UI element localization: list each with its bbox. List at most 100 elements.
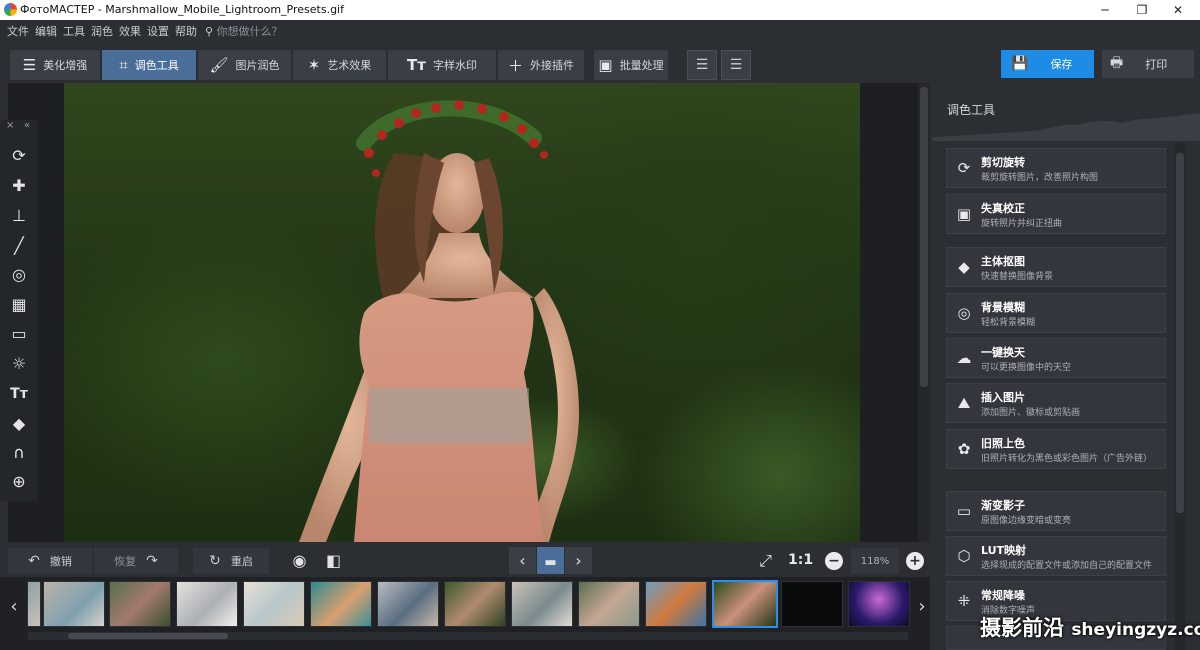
save-button[interactable]: 💾 保存 — [1001, 50, 1094, 78]
undo-button[interactable]: ↶ 撤销 — [8, 548, 92, 574]
film-thumbnail[interactable] — [511, 581, 573, 627]
radial-icon[interactable]: ◎ — [0, 261, 38, 289]
card-title: 旧照上色 — [981, 437, 1025, 450]
panel-scrollbar[interactable] — [1175, 143, 1185, 650]
card-title: LUT映射 — [981, 544, 1027, 557]
film-thumbnail[interactable] — [781, 581, 843, 627]
tool-card-insert-image[interactable]: ⛰ 插入图片 添加图片、徽标或剪贴画 — [946, 383, 1166, 423]
vignette-icon[interactable]: ▭ — [0, 320, 38, 348]
tool-card-crop-rotate[interactable]: ⟳ 剪切旋转 裁剪旋转图片，改善照片构图 — [946, 148, 1166, 188]
brush-icon: 🖌 — [209, 56, 229, 74]
lasso-icon[interactable]: ⊕ — [0, 468, 38, 496]
brush-icon[interactable]: ╱ — [0, 232, 38, 260]
filmstrip-scrollbar[interactable] — [28, 632, 908, 640]
scrollbar-thumb[interactable] — [920, 87, 928, 387]
tab-batch[interactable]: ▣ 批量处理 — [593, 49, 669, 81]
reset-button[interactable]: ↻ 重启 — [193, 548, 269, 574]
tab-retouch[interactable]: 🖌 图片润色 — [197, 49, 292, 81]
next-image-button[interactable]: › — [565, 547, 592, 574]
print-label: 打印 — [1145, 58, 1168, 71]
light-icon[interactable]: ☼ — [0, 350, 38, 378]
preview-eye-button[interactable]: ◉ — [286, 547, 313, 574]
tool-card-blur[interactable]: ◎ 背景模糊 轻松背景模糊 — [946, 293, 1166, 333]
fit-screen-button[interactable]: ⤢ — [752, 547, 779, 574]
scrollbar-thumb[interactable] — [68, 633, 228, 639]
tool-card-cutout[interactable]: ◆ 主体抠图 快速替换图像背景 — [946, 247, 1166, 287]
print-icon: 🖶 — [1110, 55, 1124, 71]
minimize-icon[interactable]: ─ — [1085, 0, 1125, 20]
menu-item-file[interactable]: 文件 — [7, 23, 29, 39]
preset-info-button[interactable]: ☰ — [721, 50, 751, 80]
zoom-1-1-button[interactable]: 1:1 — [788, 552, 813, 568]
film-thumbnail[interactable] — [27, 581, 41, 627]
card-title: 剪切旋转 — [981, 156, 1025, 169]
chevron-right-icon: › — [575, 551, 582, 570]
film-thumbnail[interactable] — [848, 581, 910, 627]
film-thumbnail[interactable] — [645, 581, 707, 627]
search-box[interactable]: ⚲ 你想做什么？ — [205, 23, 283, 39]
gradient-icon[interactable]: ▦ — [0, 291, 38, 319]
search-icon: ⚲ — [205, 25, 214, 38]
tab-art-effects[interactable]: ✶ 艺术效果 — [292, 49, 387, 81]
undo-icon: ↶ — [28, 553, 40, 569]
text-icon[interactable]: Tт — [0, 380, 38, 408]
menu-item-effects[interactable]: 效果 — [119, 23, 141, 39]
tab-label: 美化增强 — [43, 59, 88, 72]
card-title: 一键换天 — [981, 346, 1025, 359]
card-description: 裁剪旋转图片，改善照片构图 — [981, 173, 1099, 183]
tab-label: 调色工具 — [134, 59, 179, 72]
bandage-icon[interactable]: ✚ — [0, 172, 38, 200]
photo-canvas[interactable] — [64, 83, 860, 542]
tab-plugins[interactable]: ＋ 外接插件 — [497, 49, 585, 81]
tab-color-tools[interactable]: ⌗ 调色工具 — [101, 49, 197, 81]
close-panel-icon[interactable]: × — [6, 120, 14, 131]
film-thumbnail[interactable] — [444, 581, 506, 627]
print-button[interactable]: 🖶 打印 — [1102, 50, 1194, 78]
compare-button[interactable]: ◧ — [320, 547, 347, 574]
menu-item-retouch[interactable]: 润色 — [91, 23, 113, 39]
redo-icon: ↷ — [146, 553, 158, 569]
stamp-icon[interactable]: ⊥ — [0, 202, 38, 230]
prev-image-button[interactable]: ‹ — [509, 547, 536, 574]
zoom-out-button[interactable]: − — [825, 552, 843, 570]
tool-card-distortion[interactable]: ▣ 失真校正 旋转照片并纠正扭曲 — [946, 194, 1166, 234]
tool-card-sky[interactable]: ☁ 一键换天 可以更换图像中的天空 — [946, 338, 1166, 378]
tab-label: 外接插件 — [530, 59, 574, 72]
menu-item-settings[interactable]: 设置 — [147, 23, 169, 39]
film-thumbnail-selected[interactable] — [712, 580, 778, 628]
menu-item-help[interactable]: 帮助 — [175, 23, 197, 39]
card-description: 轻松背景模糊 — [981, 318, 1036, 328]
fill-icon[interactable]: ◆ — [0, 410, 38, 438]
photo-illustration — [299, 100, 579, 542]
card-title: 插入图片 — [981, 391, 1025, 404]
collapse-panel-icon[interactable]: « — [24, 120, 30, 131]
watermark-url: sheyingzyz.com — [1071, 620, 1200, 640]
film-thumbnail[interactable] — [243, 581, 305, 627]
scrollbar-thumb[interactable] — [1176, 153, 1184, 513]
zoom-in-button[interactable]: + — [906, 552, 924, 570]
menu-item-edit[interactable]: 编辑 — [35, 23, 57, 39]
tool-card-colorize[interactable]: ✿ 旧照上色 旧照片转化为黑色或彩色图片（广告外链） — [946, 429, 1166, 469]
redo-button[interactable]: 恢复 ↷ — [94, 548, 178, 574]
tool-card-lut[interactable]: ⬡ LUT映射 选择现成的配置文件或添加自己的配置文件 — [946, 536, 1166, 576]
film-thumbnail[interactable] — [109, 581, 171, 627]
filmstrip-prev-icon[interactable]: ‹ — [4, 595, 24, 619]
sky-icon: ☁ — [956, 349, 972, 367]
close-icon[interactable]: ✕ — [1158, 0, 1198, 20]
add-preset-button[interactable]: ☰ — [687, 50, 717, 80]
film-thumbnail[interactable] — [43, 581, 105, 627]
film-thumbnail[interactable] — [578, 581, 640, 627]
open-folder-button[interactable]: ▬ — [537, 547, 564, 574]
film-thumbnail[interactable] — [176, 581, 238, 627]
tab-beautify[interactable]: ☰ 美化增强 — [9, 49, 101, 81]
magnet-icon[interactable]: ∩ — [0, 439, 38, 467]
film-thumbnail[interactable] — [310, 581, 372, 627]
canvas-vertical-scrollbar[interactable] — [918, 83, 930, 542]
rotate-crop-icon[interactable]: ⟳ — [0, 142, 38, 170]
filmstrip-next-icon[interactable]: › — [912, 595, 932, 619]
maximize-icon[interactable]: ❐ — [1122, 0, 1162, 20]
tab-text-watermark[interactable]: Tт 字样水印 — [387, 49, 497, 81]
menu-item-tools[interactable]: 工具 — [63, 23, 85, 39]
film-thumbnail[interactable] — [377, 581, 439, 627]
tool-card-vignette[interactable]: ▭ 渐变影子 原图像边缘变暗或变亮 — [946, 491, 1166, 531]
